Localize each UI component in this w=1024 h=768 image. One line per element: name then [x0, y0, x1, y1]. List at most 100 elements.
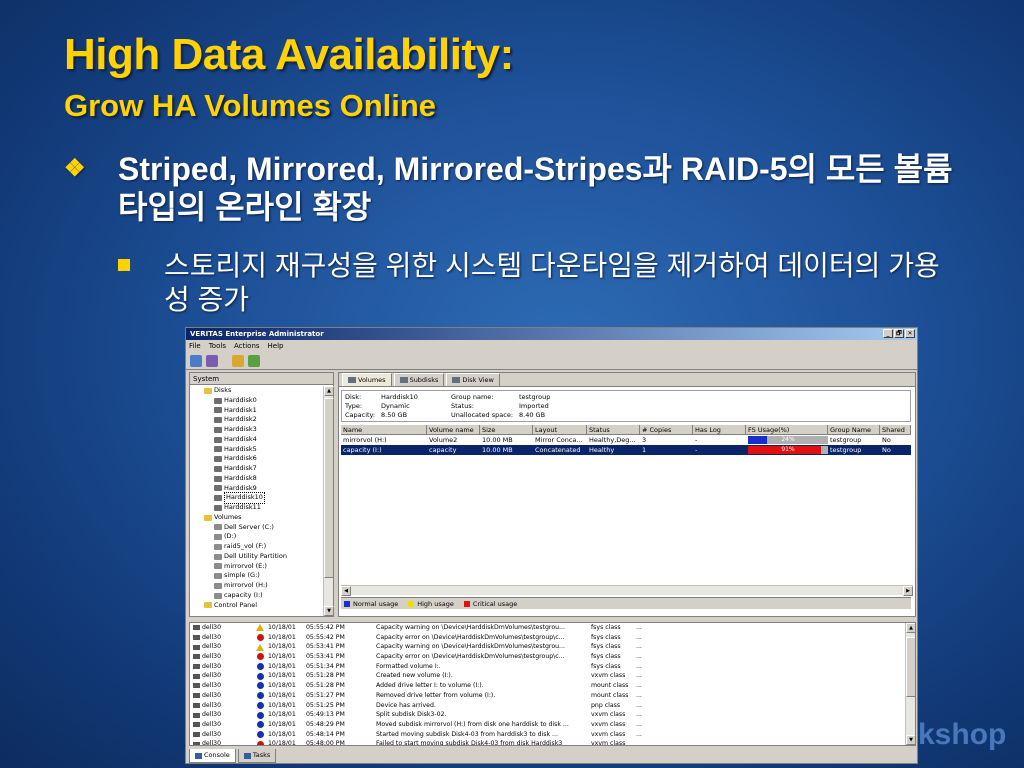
log-source: vxvm class	[591, 711, 626, 719]
tab-system[interactable]: System	[190, 373, 333, 385]
log-row[interactable]: dell30 10/18/01 05:48:00 PM Failed to start…	[190, 739, 915, 745]
tab-volumes[interactable]: Volumes	[342, 373, 392, 386]
log-row[interactable]: dell30 10/18/01 05:48:29 PM Moved subdisk m…	[190, 720, 915, 730]
tree-item[interactable]: Harddisk10	[190, 492, 324, 504]
disk-icon	[214, 475, 222, 482]
column-header[interactable]: Shared	[880, 425, 911, 435]
tree-item[interactable]: Harddisk3	[190, 425, 324, 435]
menu-file[interactable]: File	[189, 340, 201, 352]
tree-item[interactable]: simple (G:)	[190, 571, 324, 581]
tree-item[interactable]: Volumes	[190, 513, 324, 523]
tab-tasks[interactable]: Tasks	[237, 749, 277, 763]
tree-item[interactable]: (D:)	[190, 532, 324, 542]
tree-item[interactable]: Dell Utility Partition	[190, 552, 324, 562]
tab-console[interactable]: Console	[189, 749, 236, 763]
column-header[interactable]: Layout	[533, 425, 587, 435]
close-button[interactable]: ✕	[905, 329, 915, 338]
tree-scrollbar[interactable]: ▲ ▼	[323, 386, 334, 616]
tree-item[interactable]: mirrorvol (E:)	[190, 562, 324, 572]
log-scrollbar[interactable]: ▲ ▼	[905, 623, 915, 745]
connect-icon[interactable]	[190, 355, 202, 367]
tree-item[interactable]: capacity (I:)	[190, 591, 324, 601]
tree-item[interactable]: Harddisk11	[190, 503, 324, 513]
tree-item[interactable]: Harddisk1	[190, 406, 324, 416]
log-row[interactable]: dell30 10/18/01 05:51:28 PM Created new vol…	[190, 671, 915, 681]
scroll-up-arrow-icon[interactable]: ▲	[906, 623, 915, 633]
tree-item[interactable]: Dell Server (C:)	[190, 523, 324, 533]
volumes-icon	[348, 377, 356, 383]
info-v1: Harddisk10	[381, 393, 418, 401]
column-header[interactable]: Status	[587, 425, 640, 435]
table-cell: Healthy,Deg...	[589, 436, 636, 444]
table-row[interactable]: mirrorvol (H:) Volume2 10.00 MB Mirror Conc…	[341, 435, 911, 445]
column-header[interactable]: Has Log	[693, 425, 746, 435]
scroll-right-arrow-icon[interactable]: ▶	[903, 586, 913, 596]
log-row[interactable]: dell30 10/18/01 05:51:25 PM Device has arri…	[190, 701, 915, 711]
error-icon	[256, 740, 264, 745]
tree-item[interactable]: Harddisk8	[190, 474, 324, 484]
tree-item[interactable]: Harddisk5	[190, 445, 324, 455]
log-severity-cell	[252, 730, 268, 740]
log-row[interactable]: dell30 10/18/01 05:49:13 PM Split subdisk D…	[190, 710, 915, 720]
column-header[interactable]: # Copies	[640, 425, 693, 435]
scroll-thumb[interactable]	[906, 637, 915, 697]
column-header[interactable]: Name	[341, 425, 427, 435]
scroll-down-arrow-icon[interactable]: ▼	[324, 606, 334, 616]
tree-item[interactable]: Harddisk0	[190, 396, 324, 406]
disconnect-icon[interactable]	[206, 355, 218, 367]
column-header[interactable]: FS Usage(%)	[746, 425, 828, 435]
column-header[interactable]: Volume name	[427, 425, 480, 435]
tree-item-label: Harddisk11	[224, 503, 261, 511]
column-header[interactable]: Group Name	[828, 425, 880, 435]
log-row[interactable]: dell30 10/18/01 05:48:14 PM Started moving …	[190, 730, 915, 740]
tree-item[interactable]: Disks	[190, 386, 324, 396]
fs-usage-label: 24%	[781, 436, 795, 443]
menu-actions[interactable]: Actions	[234, 340, 260, 352]
error-icon	[256, 653, 264, 661]
server-icon	[193, 693, 200, 699]
menu-tools[interactable]: Tools	[209, 340, 226, 352]
log-row[interactable]: dell30 10/18/01 05:51:28 PM Added drive let…	[190, 681, 915, 691]
tree-item[interactable]: mirrorvol (H:)	[190, 581, 324, 591]
grid-hscrollbar[interactable]: ◀ ▶	[341, 585, 913, 596]
square-bullet-icon	[118, 259, 130, 271]
minimize-button[interactable]: _	[883, 329, 893, 338]
log-time: 05:48:29 PM	[306, 720, 345, 728]
scroll-left-arrow-icon[interactable]: ◀	[341, 586, 351, 596]
tab-disk-view[interactable]: Disk View	[446, 373, 500, 386]
disk-icon	[214, 485, 222, 492]
column-header[interactable]: Size	[480, 425, 533, 435]
scroll-up-arrow-icon[interactable]: ▲	[324, 386, 334, 396]
log-row[interactable]: dell30 10/18/01 05:51:34 PM Formatted volum…	[190, 662, 915, 672]
new-volume-icon[interactable]	[248, 355, 260, 367]
menu-help[interactable]: Help	[268, 340, 284, 352]
tree-item[interactable]: Harddisk2	[190, 415, 324, 425]
tree-item[interactable]: Harddisk6	[190, 454, 324, 464]
log-row[interactable]: dell30 10/18/01 05:53:41 PM Capacity warnin…	[190, 642, 915, 652]
info-k1: Capacity:	[345, 411, 376, 419]
tree-item[interactable]: Harddisk7	[190, 464, 324, 474]
scroll-down-arrow-icon[interactable]: ▼	[906, 735, 915, 745]
log-message: Added drive letter I: to volume (I:).	[376, 682, 484, 690]
new-window-icon[interactable]	[232, 355, 244, 367]
tree-item-label: Volumes	[214, 512, 242, 521]
tree-item[interactable]: raid5_vol (F:)	[190, 542, 324, 552]
tree-item[interactable]: Control Panel	[190, 601, 324, 611]
table-row[interactable]: capacity (I:) capacity 10.00 MB Concatenate…	[341, 445, 911, 455]
window-titlebar[interactable]: VERITAS Enterprise Administrator _ 🗗 ✕	[186, 328, 917, 340]
restore-button[interactable]: 🗗	[894, 329, 904, 338]
log-host-cell: dell30	[190, 739, 252, 745]
scroll-thumb[interactable]	[324, 398, 334, 578]
log-host-cell: dell30	[190, 652, 252, 662]
log-row[interactable]: dell30 10/18/01 05:51:27 PM Removed drive l…	[190, 691, 915, 701]
tree-item-label: Harddisk1	[224, 405, 257, 414]
log-row[interactable]: dell30 10/18/01 05:55:42 PM Capacity error …	[190, 633, 915, 643]
tree-item[interactable]: Harddisk4	[190, 435, 324, 445]
log-row[interactable]: dell30 10/18/01 05:53:41 PM Capacity error …	[190, 652, 915, 662]
log-row[interactable]: dell30 10/18/01 05:55:42 PM Capacity warnin…	[190, 623, 915, 633]
alert-log: dell30 10/18/01 05:55:42 PM Capacity warnin…	[189, 622, 916, 746]
log-severity-cell	[252, 739, 268, 745]
tab-subdisks[interactable]: Subdisks	[393, 373, 445, 386]
log-time: 05:51:28 PM	[306, 672, 345, 680]
info-row: Disk: Harddisk10 Group name: testgroup	[345, 393, 907, 402]
